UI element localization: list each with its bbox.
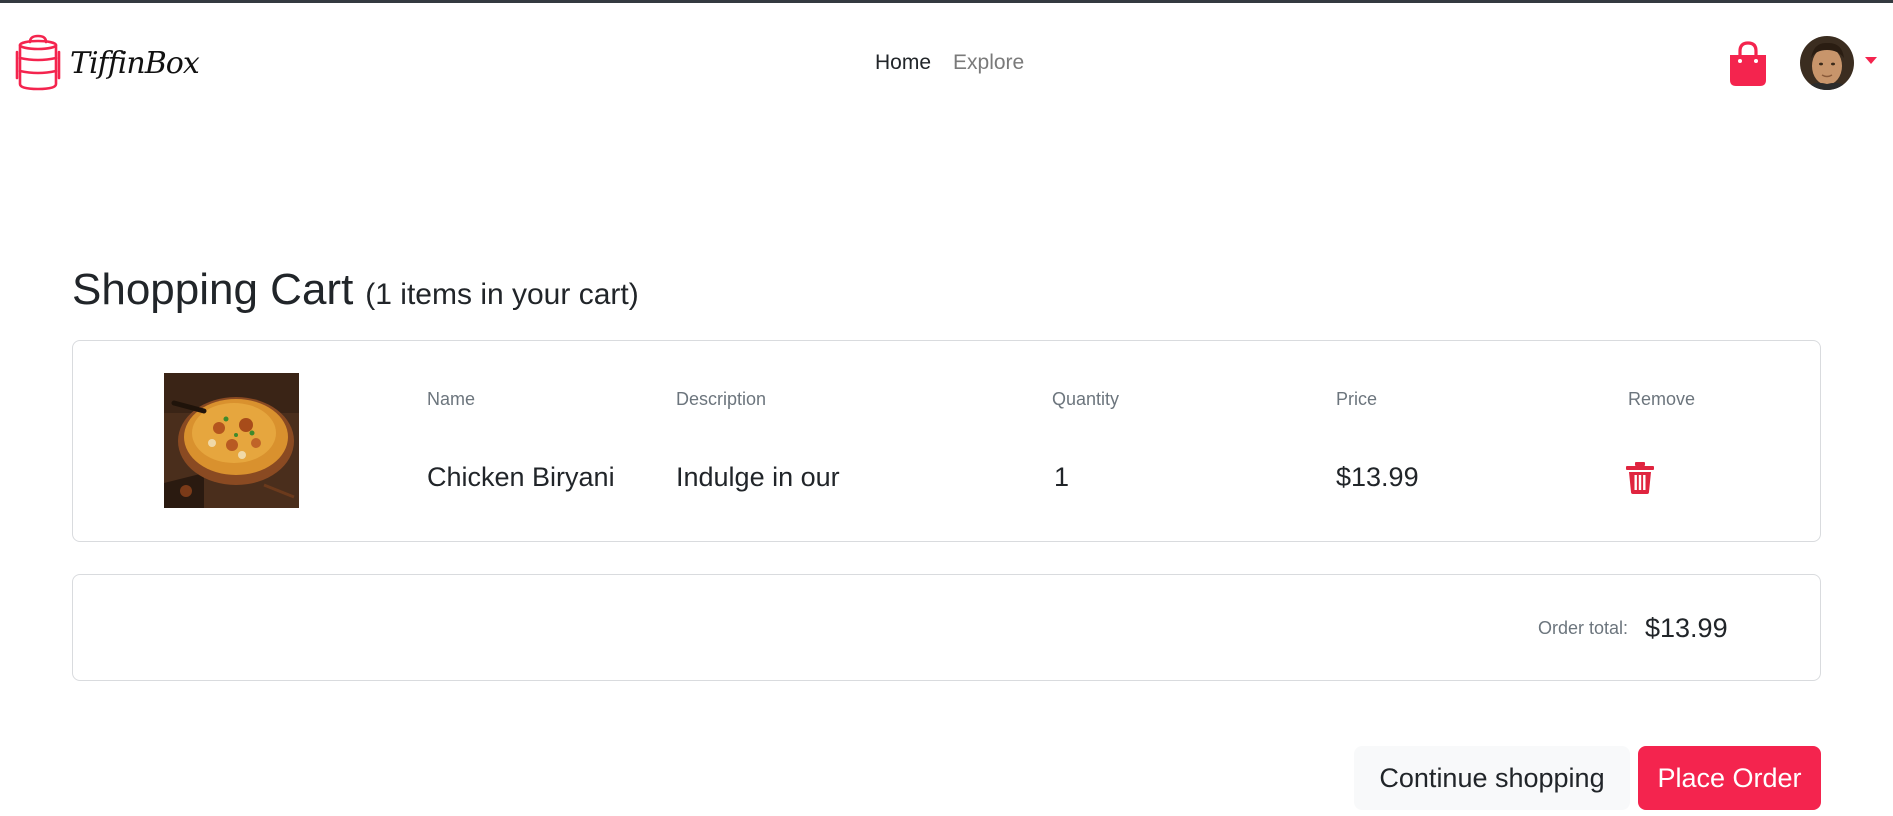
cart-count-subtitle: (1 items in your cart) [365,278,639,311]
nav-link-home[interactable]: Home [875,51,931,75]
top-navbar: TiffinBox Home Explore [0,3,1893,123]
main-nav: Home Explore [875,51,1024,75]
continue-shopping-button[interactable]: Continue shopping [1354,746,1630,810]
brand-name: TiffinBox [70,45,200,81]
user-avatar[interactable] [1800,36,1854,90]
page-title: Shopping Cart [72,265,354,314]
column-header-price: Price [1336,389,1378,409]
brand-logo[interactable]: TiffinBox [14,34,200,92]
cart-item-row: Name Description Quantity Price Remove C… [72,340,1821,542]
tiffin-box-icon [15,34,61,91]
item-name: Chicken Biryani [427,462,615,492]
shopping-bag-icon[interactable] [1728,41,1768,87]
column-header-description: Description [676,389,767,409]
item-quantity: 1 [1054,462,1070,492]
place-order-button[interactable]: Place Order [1638,746,1821,810]
column-header-name: Name [427,389,476,409]
cart-heading: Shopping Cart (1 items in your cart) [72,265,639,315]
order-summary: Order total: $13.99 [72,574,1821,681]
order-total-label: Order total: [1538,618,1629,638]
trash-icon[interactable] [1626,462,1654,494]
order-total-value: $13.99 [1645,613,1728,643]
item-price: $13.99 [1336,462,1419,492]
nav-link-explore[interactable]: Explore [953,51,1024,75]
chicken-biryani-photo [164,373,299,508]
item-description: Indulge in our [676,462,840,492]
column-header-remove: Remove [1628,389,1696,409]
column-header-quantity: Quantity [1052,389,1120,409]
caret-down-icon[interactable] [1865,57,1877,64]
